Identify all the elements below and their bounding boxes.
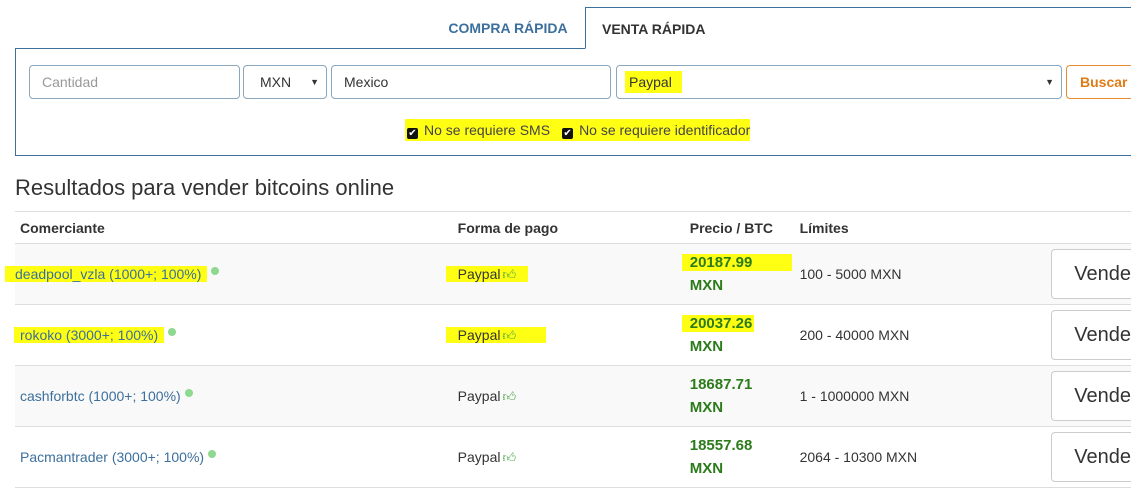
header-accion [1051,211,1131,244]
trader-cell: Pacmantrader (3000+; 100%) [15,426,458,488]
trader-link[interactable]: cashforbtc (1000+; 100%) [20,388,181,404]
price-currency: MXN [689,277,724,294]
pais-field[interactable]: Mexico [331,65,611,99]
payment-cell: Paypal 👍︎ [457,426,690,488]
forma-pago-select[interactable]: Paypal ▼ [616,65,1062,99]
vender-button[interactable]: Vende [1051,432,1131,482]
limits-cell: 100 - 5000 MXN [799,243,1051,305]
table-row: deadpool_vzla (1000+; 100%) Paypal 👍︎ 201… [5,243,1131,305]
check-id[interactable]: ✔ No se requiere identificador [562,119,750,141]
check-sms-label: No se requiere SMS [424,122,551,138]
check-id-label: No se requiere identificador [579,122,751,138]
filter-checks: ✔ No se requiere SMS ✔ No se requiere ident… [405,119,751,141]
price-cell: 18557.68 MXN [689,426,800,488]
forma-pago-value: Paypal [625,71,682,93]
tab-compra-rapida[interactable]: COMPRA RÁPIDA [433,7,583,49]
thumbs-up-icon: 👍︎ [502,388,517,404]
action-cell: Vende [1051,243,1131,305]
price-currency: MXN [689,338,724,355]
price-value: 18687.71 [689,376,753,393]
table-row: rokoko (3000+; 100%) Paypal 👍︎ 20037.26 M… [14,304,1131,366]
payment-cell: Paypal 👍︎ [445,243,690,305]
tab-venta-rapida[interactable]: VENTA RÁPIDA [585,7,1131,49]
checkbox-checked-icon[interactable]: ✔ [407,128,418,139]
caret-down-icon: ▼ [1045,77,1054,87]
caret-down-icon: ▼ [310,77,319,87]
trader-link[interactable]: rokoko (3000+; 100%) [14,327,165,343]
tab-bar: COMPRA RÁPIDA VENTA RÁPIDA [0,7,1131,49]
trader-cell: deadpool_vzla (1000+; 100%) [5,243,458,305]
results-table: Comerciante Forma de pago Precio / BTC L… [5,211,1131,488]
trader-cell: rokoko (3000+; 100%) [14,304,458,366]
search-panel: MXN ▼ Mexico Paypal ▼ Buscar ✔ No se requ… [15,48,1131,156]
vender-button[interactable]: Vende [1051,371,1131,421]
table-header: Comerciante Forma de pago Precio / BTC L… [15,211,1131,244]
payment-method: Paypal [457,326,501,343]
moneda-value: MXN [260,74,292,90]
limits-cell: 1 - 1000000 MXN [799,365,1051,427]
payment-method: Paypal [457,387,501,404]
price-value: 20187.99 [681,254,793,271]
online-dot-icon [184,389,193,397]
pais-value: Mexico [344,74,389,90]
action-cell: Vende [1051,426,1131,488]
online-dot-icon [168,328,177,336]
price-cell: 20187.99 MXN [681,243,800,305]
cantidad-field[interactable] [29,65,240,99]
moneda-select[interactable]: MXN ▼ [243,65,327,99]
payment-cell: Paypal 👍︎ [445,304,690,366]
header-precio: Precio / BTC [689,211,800,244]
online-dot-icon [208,450,217,458]
thumbs-up-icon: 👍︎ [502,266,517,282]
buscar-button[interactable]: Buscar [1066,65,1131,99]
limits-cell: 2064 - 10300 MXN [799,426,1051,488]
thumbs-up-icon: 👍︎ [502,327,517,343]
payment-method: Paypal [457,265,501,282]
price-currency: MXN [689,399,724,416]
checkbox-checked-icon[interactable]: ✔ [562,128,574,139]
price-cell: 18687.71 MXN [689,365,800,427]
online-dot-icon [211,267,220,275]
results-title: Resultados para vender bitcoins online [15,175,395,200]
price-cell: 20037.26 MXN [681,304,800,366]
price-value: 20037.26 [681,315,755,332]
action-cell: Vende [1051,304,1131,366]
thumbs-up-icon: 👍︎ [502,449,517,465]
price-value: 18557.68 [689,437,753,454]
header-comerciante: Comerciante [15,211,458,244]
header-forma-pago: Forma de pago [457,211,690,244]
cantidad-input[interactable] [42,67,232,97]
vender-button[interactable]: Vende [1051,249,1131,299]
action-cell: Vende [1051,365,1131,427]
price-currency: MXN [689,460,724,477]
header-limites: Límites [799,211,1051,244]
table-row: Pacmantrader (3000+; 100%) Paypal 👍︎ 1855… [15,426,1131,488]
table-row: cashforbtc (1000+; 100%) Paypal 👍︎ 18687.… [15,365,1131,427]
check-sms[interactable]: ✔ No se requiere SMS [407,119,550,141]
payment-method: Paypal [457,448,501,465]
payment-cell: Paypal 👍︎ [457,365,690,427]
trader-link[interactable]: Pacmantrader (3000+; 100%) [20,449,204,465]
limits-cell: 200 - 40000 MXN [799,304,1051,366]
trader-link[interactable]: deadpool_vzla (1000+; 100%) [5,266,208,282]
trader-cell: cashforbtc (1000+; 100%) [15,365,458,427]
vender-button[interactable]: Vende [1051,310,1131,360]
